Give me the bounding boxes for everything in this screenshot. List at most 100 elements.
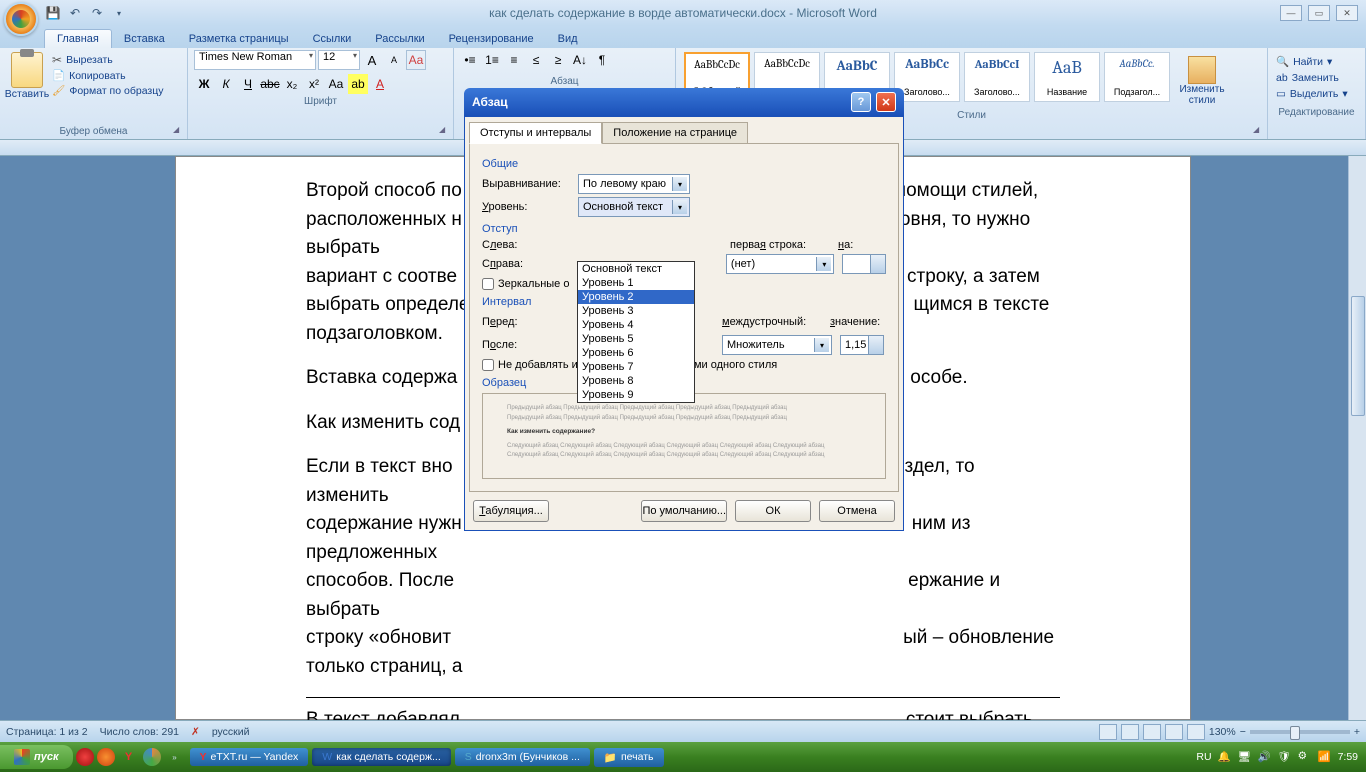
dialog-help-button[interactable]: ? bbox=[851, 92, 871, 112]
print-layout-view-button[interactable] bbox=[1099, 724, 1117, 740]
tab-review[interactable]: Рецензирование bbox=[437, 30, 546, 48]
default-button[interactable]: По умолчанию... bbox=[641, 500, 727, 522]
bullets-button[interactable]: •≡ bbox=[460, 50, 480, 70]
italic-button[interactable]: К bbox=[216, 74, 236, 94]
strike-button[interactable]: abc bbox=[260, 74, 280, 94]
scroll-thumb[interactable] bbox=[1351, 296, 1365, 416]
ok-button[interactable]: ОК bbox=[735, 500, 811, 522]
dialog-tab-position[interactable]: Положение на странице bbox=[602, 122, 748, 144]
outline-level-select[interactable]: Основной текст bbox=[578, 197, 690, 217]
zoom-slider[interactable] bbox=[1250, 730, 1350, 734]
qat-dropdown-icon[interactable]: ▾ bbox=[110, 4, 128, 22]
level-option[interactable]: Уровень 9 bbox=[578, 388, 694, 402]
language-indicator[interactable]: RU bbox=[1196, 751, 1211, 763]
level-option[interactable]: Уровень 6 bbox=[578, 346, 694, 360]
ql-chrome-icon[interactable] bbox=[143, 748, 161, 766]
redo-icon[interactable]: ↷ bbox=[88, 4, 106, 22]
select-button[interactable]: ▭Выделить ▾ bbox=[1276, 87, 1357, 101]
restore-button[interactable]: ▭ bbox=[1308, 5, 1330, 21]
ql-firefox-icon[interactable] bbox=[97, 748, 115, 766]
close-window-button[interactable]: ✕ bbox=[1336, 5, 1358, 21]
mirror-indents-checkbox[interactable] bbox=[482, 278, 494, 290]
undo-icon[interactable]: ↶ bbox=[66, 4, 84, 22]
tray-icon[interactable]: ⚙ bbox=[1298, 750, 1312, 764]
dialog-titlebar[interactable]: Абзац ? ✕ bbox=[464, 88, 904, 116]
case-button[interactable]: Aa bbox=[326, 74, 346, 94]
level-option[interactable]: Уровень 3 bbox=[578, 304, 694, 318]
clear-format-icon[interactable]: Aa bbox=[406, 50, 426, 70]
level-option[interactable]: Уровень 5 bbox=[578, 332, 694, 346]
no-space-checkbox[interactable] bbox=[482, 359, 494, 371]
numbering-button[interactable]: 1≡ bbox=[482, 50, 502, 70]
tab-layout[interactable]: Разметка страницы bbox=[177, 30, 301, 48]
cancel-button[interactable]: Отмена bbox=[819, 500, 895, 522]
zoom-in-button[interactable]: + bbox=[1354, 726, 1360, 738]
dialog-close-button[interactable]: ✕ bbox=[876, 92, 896, 112]
tray-icon[interactable]: 🔔 bbox=[1218, 750, 1232, 764]
taskbar-item[interactable]: 📁печать bbox=[594, 748, 664, 767]
tray-icon[interactable]: 🛡 bbox=[1278, 750, 1292, 764]
zoom-out-button[interactable]: − bbox=[1240, 726, 1246, 738]
font-size-select[interactable]: 12 bbox=[318, 50, 360, 70]
start-button[interactable]: пуск bbox=[0, 745, 73, 769]
taskbar-item[interactable]: Sdronx3m (Бунчиков ... bbox=[455, 748, 590, 766]
clipboard-launcher-icon[interactable]: ◢ bbox=[173, 125, 185, 137]
tab-home[interactable]: Главная bbox=[44, 29, 112, 48]
tab-references[interactable]: Ссылки bbox=[301, 30, 364, 48]
change-styles-button[interactable]: Изменить стили bbox=[1174, 52, 1230, 106]
tray-icon[interactable]: 🔊 bbox=[1258, 750, 1272, 764]
office-button[interactable] bbox=[4, 2, 38, 36]
show-marks-button[interactable]: ¶ bbox=[592, 50, 612, 70]
reading-view-button[interactable] bbox=[1121, 724, 1139, 740]
alignment-select[interactable]: По левому краю bbox=[578, 174, 690, 194]
first-line-by-input[interactable] bbox=[842, 254, 886, 274]
first-line-select[interactable]: (нет) bbox=[726, 254, 834, 274]
tab-mailings[interactable]: Рассылки bbox=[363, 30, 436, 48]
line-spacing-at-input[interactable]: 1,15 bbox=[840, 335, 884, 355]
taskbar-item[interactable]: Wкак сделать содерж... bbox=[312, 748, 450, 766]
shrink-font-icon[interactable]: A bbox=[384, 50, 404, 70]
level-option[interactable]: Уровень 4 bbox=[578, 318, 694, 332]
save-icon[interactable]: 💾 bbox=[44, 4, 62, 22]
outline-view-button[interactable] bbox=[1165, 724, 1183, 740]
level-option[interactable]: Основной текст bbox=[578, 262, 694, 276]
format-painter-button[interactable]: 🖌Формат по образцу bbox=[52, 83, 164, 98]
ql-more-icon[interactable]: » bbox=[164, 746, 186, 768]
spell-icon[interactable]: ✗ bbox=[191, 726, 200, 738]
style-item[interactable]: AaBbCc.Подзагол... bbox=[1104, 52, 1170, 102]
level-option[interactable]: Уровень 2 bbox=[578, 290, 694, 304]
ql-opera-icon[interactable] bbox=[76, 748, 94, 766]
cut-button[interactable]: ✂Вырезать bbox=[52, 52, 164, 68]
web-view-button[interactable] bbox=[1143, 724, 1161, 740]
tab-view[interactable]: Вид bbox=[546, 30, 590, 48]
sort-button[interactable]: A↓ bbox=[570, 50, 590, 70]
word-count[interactable]: Число слов: 291 bbox=[100, 726, 179, 738]
minimize-button[interactable]: — bbox=[1280, 5, 1302, 21]
line-spacing-select[interactable]: Множитель bbox=[722, 335, 832, 355]
clock[interactable]: 7:59 bbox=[1338, 751, 1358, 763]
ql-yandex-icon[interactable]: Y bbox=[118, 746, 140, 768]
level-option[interactable]: Уровень 8 bbox=[578, 374, 694, 388]
vertical-scrollbar[interactable] bbox=[1348, 156, 1366, 720]
dialog-tab-indents[interactable]: Отступы и интервалы bbox=[469, 122, 602, 144]
taskbar-item[interactable]: YeTXT.ru — Yandex bbox=[190, 748, 309, 766]
find-button[interactable]: 🔍Найти ▾ bbox=[1276, 54, 1357, 69]
level-option[interactable]: Уровень 7 bbox=[578, 360, 694, 374]
underline-button[interactable]: Ч bbox=[238, 74, 258, 94]
copy-button[interactable]: 📄Копировать bbox=[52, 68, 164, 83]
decrease-indent-button[interactable]: ≤ bbox=[526, 50, 546, 70]
level-option[interactable]: Уровень 1 bbox=[578, 276, 694, 290]
font-color-button[interactable]: A bbox=[370, 74, 390, 94]
paste-button[interactable]: Вставить bbox=[6, 50, 48, 124]
styles-launcher-icon[interactable]: ◢ bbox=[1253, 125, 1265, 137]
style-item[interactable]: AaBНазвание bbox=[1034, 52, 1100, 102]
language[interactable]: русский bbox=[212, 726, 250, 738]
replace-button[interactable]: abЗаменить bbox=[1276, 71, 1357, 85]
font-launcher-icon[interactable]: ◢ bbox=[439, 125, 451, 137]
grow-font-icon[interactable]: A bbox=[362, 50, 382, 70]
bold-button[interactable]: Ж bbox=[194, 74, 214, 94]
tray-icon[interactable]: 🖥 bbox=[1238, 750, 1252, 764]
tabs-button[interactable]: Табуляция... bbox=[473, 500, 549, 522]
multilevel-button[interactable]: ≡ bbox=[504, 50, 524, 70]
tray-icon[interactable]: 📶 bbox=[1318, 750, 1332, 764]
